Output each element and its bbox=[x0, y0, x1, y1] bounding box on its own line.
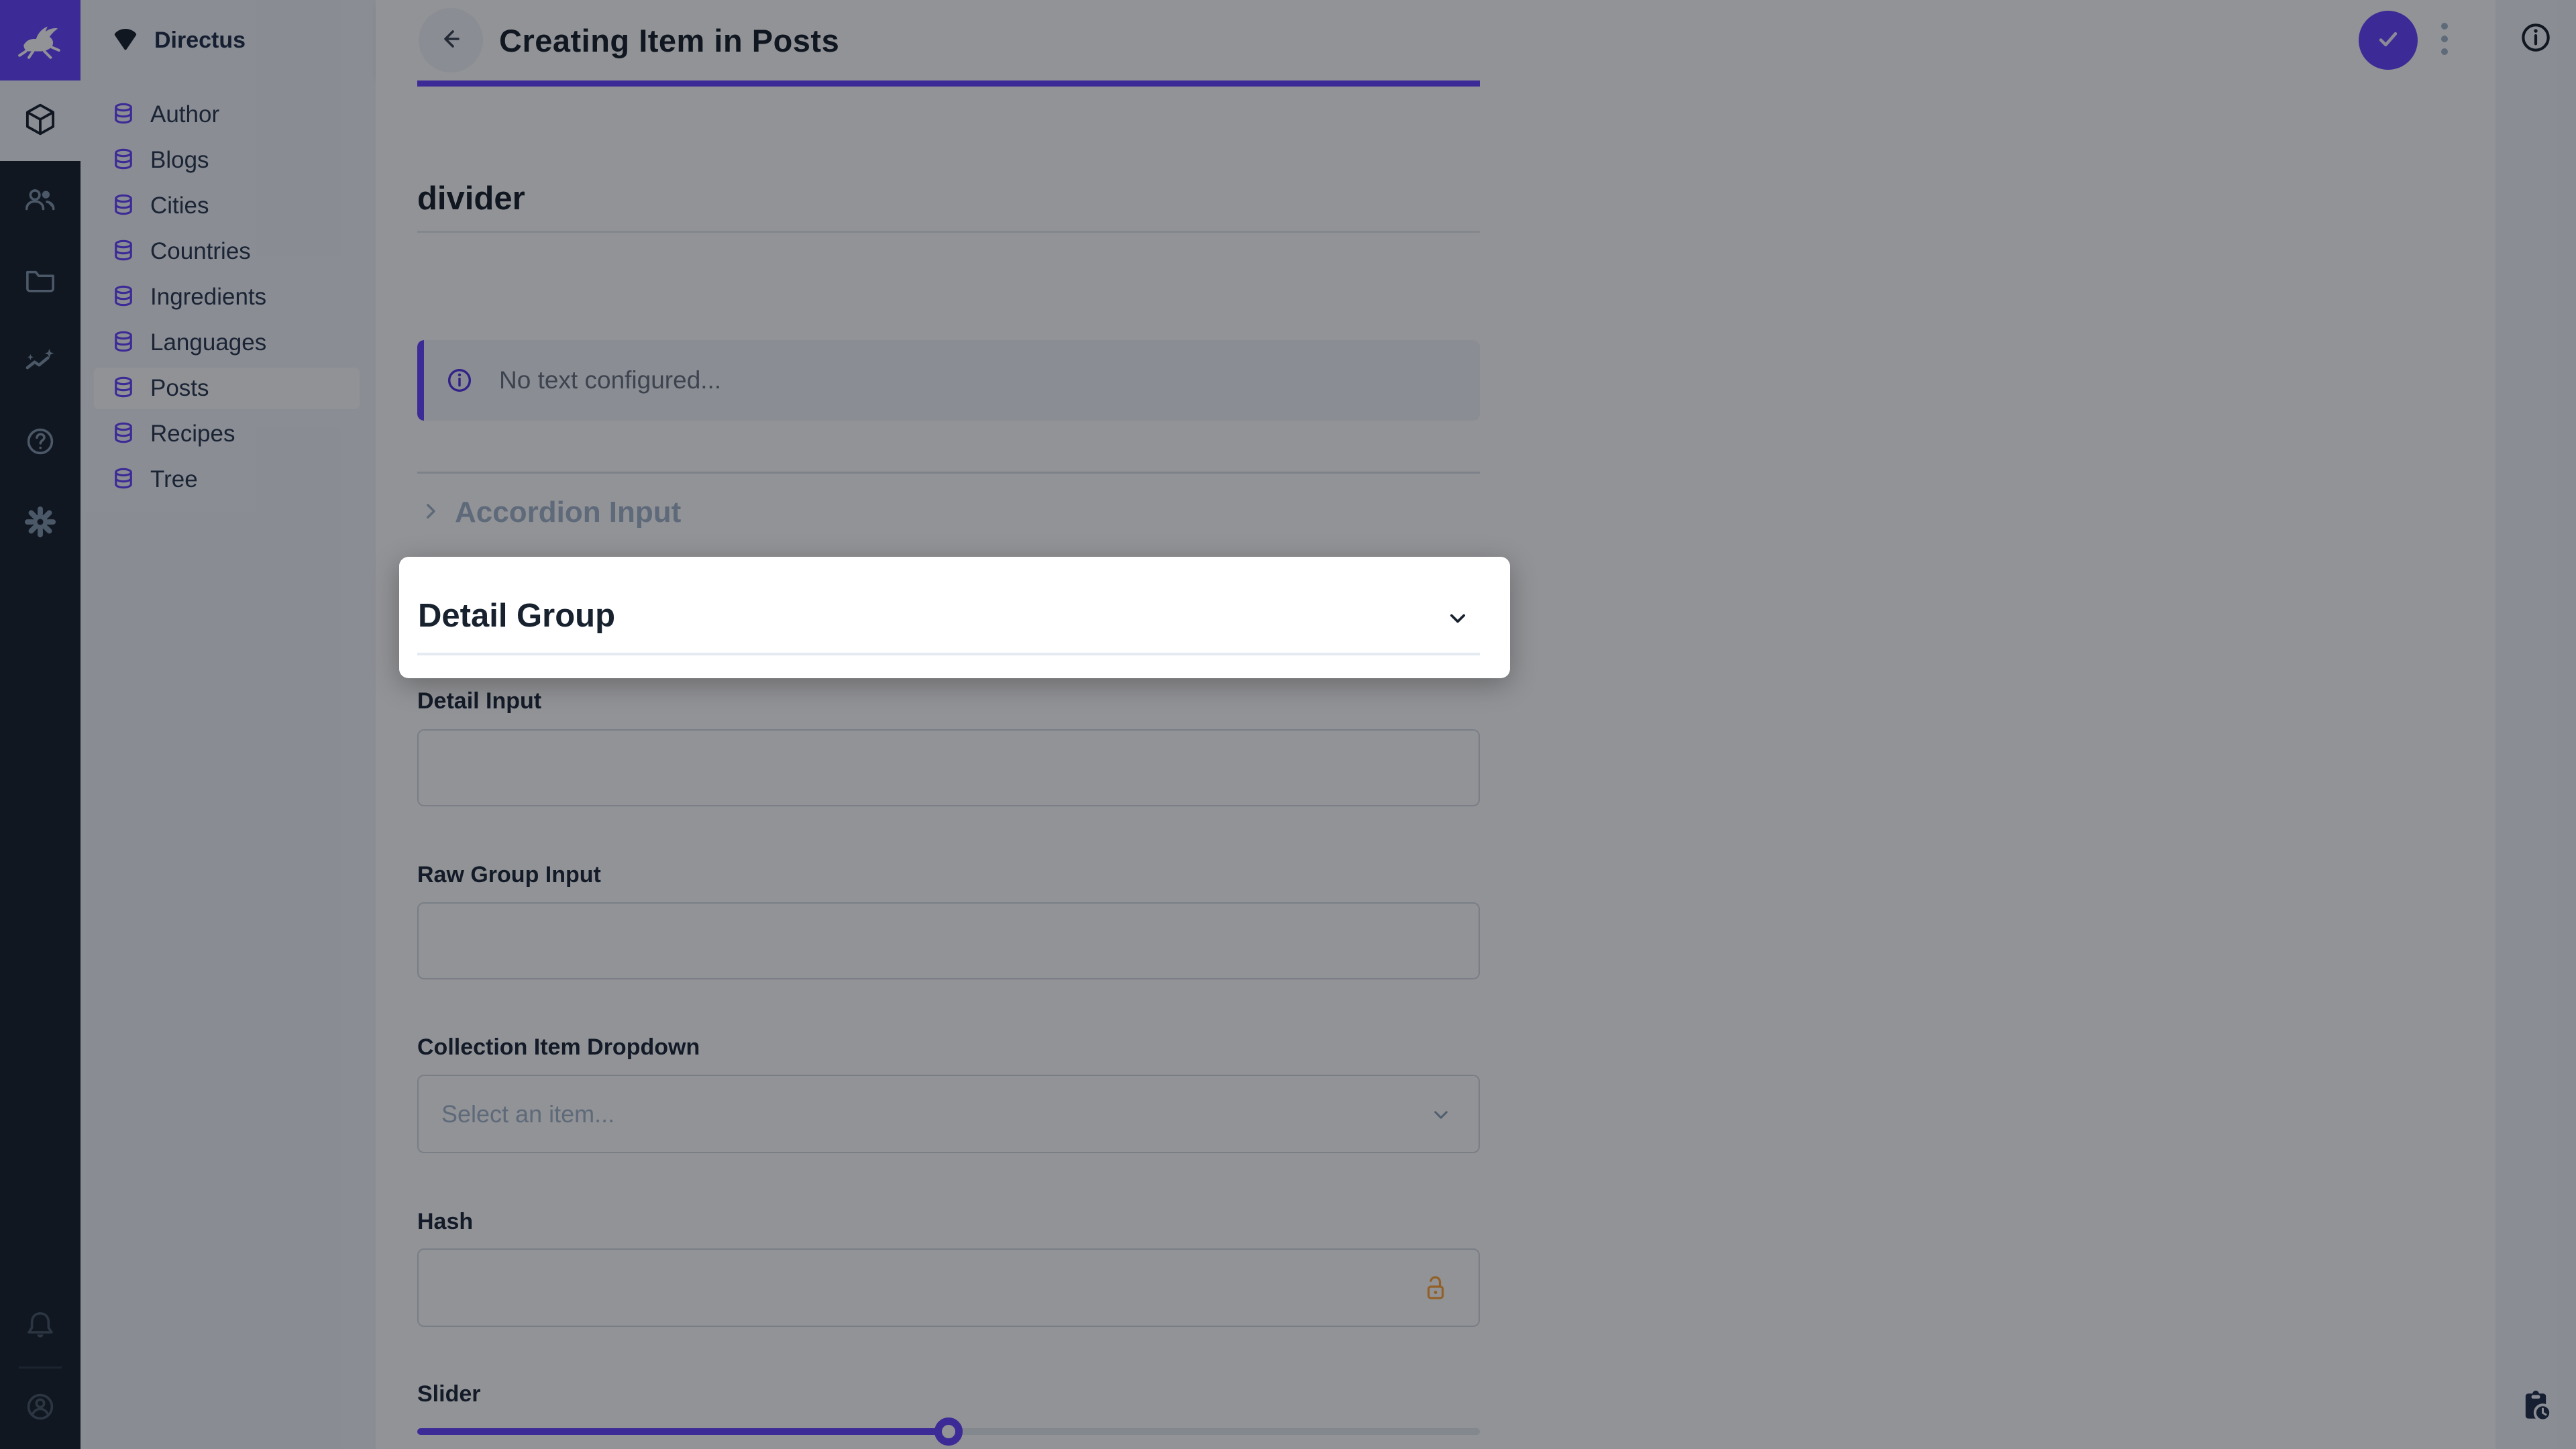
project-switcher[interactable]: Directus bbox=[80, 0, 376, 80]
slider-fill bbox=[417, 1428, 949, 1435]
collection-label: Languages bbox=[150, 329, 266, 356]
page-header: Creating Item in Posts bbox=[376, 0, 2496, 80]
directus-rabbit-logo bbox=[15, 14, 65, 67]
collection-label: Author bbox=[150, 101, 219, 128]
sidebar-item-blogs[interactable]: Blogs bbox=[94, 140, 360, 181]
slider-input bbox=[417, 1417, 1480, 1447]
signal-wedge-icon bbox=[110, 23, 141, 58]
directus-app: Directus Author Blogs Cities Countries I… bbox=[0, 0, 2576, 1449]
database-icon bbox=[111, 147, 136, 174]
collection-item-dropdown[interactable]: Select an item... bbox=[417, 1075, 1480, 1153]
collection-label: Countries bbox=[150, 238, 251, 265]
database-icon bbox=[111, 421, 136, 448]
sidebar-item-insights[interactable] bbox=[0, 322, 80, 402]
help-circle-icon bbox=[22, 423, 58, 463]
detail-group-title: Detail Group bbox=[418, 597, 615, 635]
detail-group-rule bbox=[417, 653, 1480, 655]
lock-open-icon bbox=[1419, 1273, 1452, 1308]
collection-label: Cities bbox=[150, 193, 209, 219]
database-icon bbox=[111, 284, 136, 311]
save-button[interactable] bbox=[2359, 11, 2418, 70]
chevron-down-icon bbox=[1443, 604, 1472, 637]
slider-label: Slider bbox=[417, 1381, 1480, 1407]
chevron-down-icon bbox=[1428, 1102, 1454, 1132]
main-area: Creating Item in Posts divider bbox=[376, 0, 2496, 1449]
database-icon bbox=[111, 238, 136, 266]
info-sidebar-button[interactable] bbox=[2517, 19, 2555, 60]
people-icon bbox=[22, 182, 58, 221]
accordion-label: Accordion Input bbox=[455, 496, 681, 529]
info-icon bbox=[2517, 48, 2555, 59]
collection-list: Author Blogs Cities Countries Ingredient… bbox=[94, 94, 360, 504]
hash-field[interactable] bbox=[417, 1248, 1480, 1327]
accordion-top-rule bbox=[417, 472, 1480, 474]
slider-knob[interactable] bbox=[934, 1417, 963, 1446]
collection-label: Blogs bbox=[150, 147, 209, 174]
raw-group-input-label: Raw Group Input bbox=[417, 862, 1480, 888]
back-button[interactable] bbox=[419, 8, 483, 72]
clipboard-clock-icon bbox=[2517, 1416, 2555, 1428]
sidebar-item-recipes[interactable]: Recipes bbox=[94, 413, 360, 455]
detail-input-field[interactable] bbox=[417, 729, 1480, 806]
accordion-input-header[interactable]: Accordion Input bbox=[417, 491, 1480, 534]
detail-group-card[interactable]: Detail Group bbox=[399, 557, 1510, 678]
sidebar-item-users[interactable] bbox=[0, 161, 80, 241]
collection-item-dropdown-label: Collection Item Dropdown bbox=[417, 1034, 1480, 1061]
info-icon bbox=[444, 365, 475, 396]
sidebar-item-help[interactable] bbox=[0, 402, 80, 483]
divider-heading: divider bbox=[417, 180, 1480, 217]
sidebar-item-cities[interactable]: Cities bbox=[94, 185, 360, 227]
sidebar-item-ingredients[interactable]: Ingredients bbox=[94, 276, 360, 318]
account-circle-icon bbox=[22, 1389, 58, 1428]
sidebar-item-files[interactable] bbox=[0, 241, 80, 322]
collection-label: Ingredients bbox=[150, 284, 266, 311]
database-icon bbox=[111, 466, 136, 494]
notifications-button[interactable] bbox=[0, 1287, 80, 1368]
divider-rule bbox=[417, 231, 1480, 233]
project-name: Directus bbox=[154, 28, 246, 54]
sidebar-item-posts[interactable]: Posts bbox=[94, 368, 360, 409]
navigation-sidebar: Directus Author Blogs Cities Countries I… bbox=[80, 0, 376, 1449]
revisions-sidebar-button[interactable] bbox=[2517, 1387, 2555, 1428]
collection-label: Recipes bbox=[150, 421, 235, 447]
arrow-left-icon bbox=[435, 23, 467, 58]
collection-label: Tree bbox=[150, 466, 198, 493]
dropdown-placeholder: Select an item... bbox=[441, 1100, 614, 1128]
notice-text: No text configured... bbox=[499, 366, 721, 394]
logo-button[interactable] bbox=[0, 0, 80, 80]
sidebar-item-content[interactable] bbox=[0, 80, 80, 161]
database-icon bbox=[111, 329, 136, 357]
page-title: Creating Item in Posts bbox=[499, 22, 839, 59]
database-icon bbox=[111, 101, 136, 129]
form-content: divider No text configured... bbox=[376, 80, 2496, 1449]
insights-icon bbox=[22, 343, 58, 382]
raw-group-input-field[interactable] bbox=[417, 902, 1480, 979]
gear-icon bbox=[22, 504, 58, 543]
database-icon bbox=[111, 193, 136, 220]
sidebar-item-languages[interactable]: Languages bbox=[94, 322, 360, 364]
options-menu-button[interactable] bbox=[2431, 21, 2458, 59]
database-icon bbox=[111, 375, 136, 402]
module-bar bbox=[0, 0, 80, 1449]
kebab-menu-icon bbox=[2440, 21, 2449, 60]
detail-input-label: Detail Input bbox=[417, 688, 1480, 714]
notice-accent-bar bbox=[417, 340, 424, 421]
account-button[interactable] bbox=[0, 1368, 80, 1448]
bell-icon bbox=[22, 1308, 58, 1348]
folder-icon bbox=[22, 262, 58, 302]
chevron-right-icon bbox=[417, 498, 444, 528]
right-sidebar bbox=[2496, 0, 2576, 1449]
sidebar-item-author[interactable]: Author bbox=[94, 94, 360, 136]
check-icon bbox=[2371, 22, 2405, 59]
hash-label: Hash bbox=[417, 1209, 1480, 1235]
sidebar-item-settings[interactable] bbox=[0, 483, 80, 564]
collection-label: Posts bbox=[150, 375, 209, 402]
sidebar-item-countries[interactable]: Countries bbox=[94, 231, 360, 272]
sidebar-item-tree[interactable]: Tree bbox=[94, 459, 360, 500]
notice: No text configured... bbox=[417, 340, 1480, 421]
box-icon bbox=[22, 101, 58, 141]
group-top-border bbox=[417, 80, 1480, 87]
